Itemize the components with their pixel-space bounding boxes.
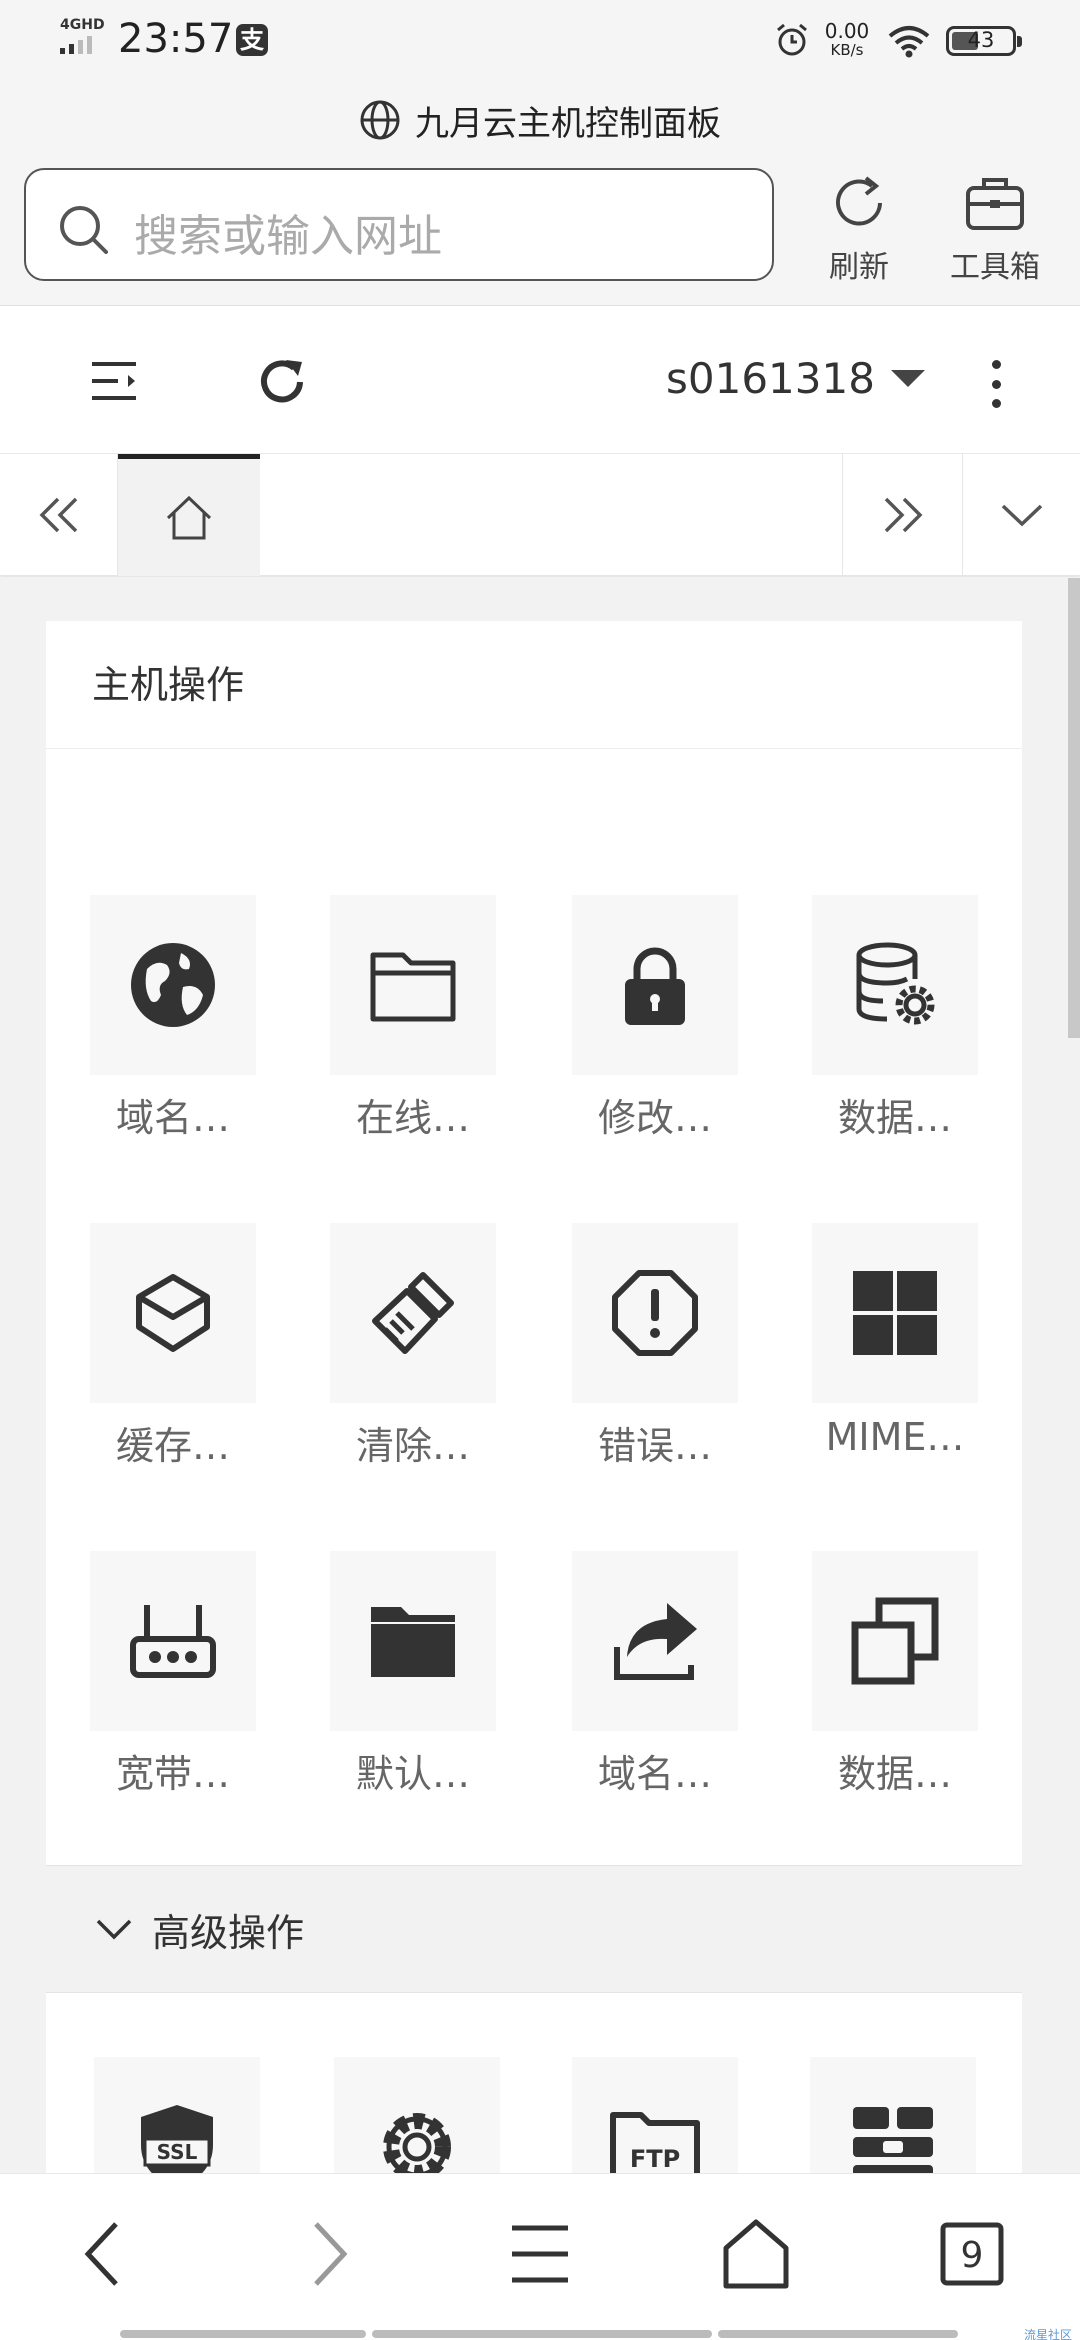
folder-outline-icon (370, 952, 456, 1022)
layers-icon (136, 1274, 210, 1352)
home-button[interactable] (716, 2214, 796, 2294)
card-title: 主机操作 (46, 621, 1022, 749)
more-options-icon[interactable] (990, 360, 1002, 408)
advanced-title: 高级操作 (152, 1910, 305, 1955)
op-clear[interactable]: 清除… (330, 1223, 496, 1470)
adv-server[interactable] (810, 2057, 976, 2173)
app-toolbar: s0161318 (0, 306, 1080, 454)
double-chevron-right-icon (884, 497, 922, 533)
status-bar: 4GHD 23:57 支 0.00 KB/s 43 (0, 0, 1080, 84)
home-icon (166, 495, 212, 539)
op-domain-redirect[interactable]: 域名… (572, 1551, 738, 1798)
host-operations-card: 主机操作 域名… 在线… 修改… 数据… 缓存… 清除… 错误… MIME… 宽… (46, 621, 1022, 2173)
op-online-files[interactable]: 在线… (330, 895, 496, 1142)
battery-icon: 43 (946, 26, 1022, 56)
scroll-tabs-left-button[interactable] (0, 454, 118, 576)
tabs-button[interactable]: 9 (932, 2214, 1012, 2294)
tab-bar (0, 454, 1080, 576)
adv-ssl[interactable]: SSL (94, 2057, 260, 2173)
scroll-tabs-right-button[interactable] (842, 454, 962, 576)
refresh-icon (836, 176, 882, 226)
tab-options-dropdown[interactable] (962, 454, 1080, 576)
alipay-icon: 支 (236, 24, 268, 56)
brush-icon (372, 1272, 454, 1354)
search-input[interactable]: 搜索或输入网址 (24, 168, 774, 281)
menu-button[interactable] (500, 2214, 580, 2294)
svg-text:SSL: SSL (157, 2140, 198, 2164)
gesture-bar (372, 2330, 712, 2338)
tabs-count-icon: 9 (940, 2222, 1004, 2286)
wifi-icon (888, 26, 930, 58)
op-database[interactable]: 数据… (812, 895, 978, 1142)
svg-text:FTP: FTP (630, 2145, 680, 2173)
scrollbar[interactable] (1068, 578, 1080, 1038)
folder-solid-icon (371, 1607, 455, 1677)
globe-icon (360, 100, 400, 140)
back-button[interactable] (66, 2214, 146, 2294)
adv-ftp[interactable]: FTP (572, 2057, 738, 2173)
toolbox-button[interactable]: 工具箱 (940, 170, 1050, 286)
op-mime[interactable]: MIME… (812, 1223, 978, 1459)
router-icon (130, 1605, 216, 1678)
op-bandwidth[interactable]: 宽带… (90, 1551, 256, 1798)
ssl-shield-icon: SSL (141, 2105, 213, 2173)
double-chevron-left-icon (39, 497, 77, 533)
browser-bottom-nav: 9 (0, 2173, 1080, 2340)
share-forward-icon (614, 1603, 697, 1680)
net-speed: 0.00 KB/s (824, 19, 870, 59)
windows-grid-icon (853, 1271, 937, 1355)
search-icon (60, 206, 108, 254)
browser-address-row: 搜索或输入网址 刷新 工具箱 (0, 156, 1080, 306)
globe-icon (131, 943, 215, 1027)
server-grid-icon (853, 2107, 933, 2173)
op-data-copy[interactable]: 数据… (812, 1551, 978, 1798)
forward-button[interactable] (286, 2214, 366, 2294)
chevron-down-icon (96, 1919, 132, 1940)
toolbox-icon (966, 178, 1024, 230)
refresh-button[interactable]: 刷新 (804, 170, 914, 286)
gesture-bar (120, 2330, 366, 2338)
signal-icon (60, 36, 92, 54)
ftp-folder-icon: FTP (610, 2112, 700, 2173)
menu-toggle-icon[interactable] (88, 358, 140, 404)
main-content: 主机操作 域名… 在线… 修改… 数据… 缓存… 清除… 错误… MIME… 宽… (0, 577, 1080, 2173)
account-dropdown[interactable]: s0161318 (666, 354, 925, 403)
op-error-page[interactable]: 错误… (572, 1223, 738, 1470)
database-gear-icon (856, 942, 935, 1025)
network-type: 4GHD (60, 17, 105, 33)
account-name: s0161318 (666, 354, 875, 403)
reload-icon[interactable] (256, 356, 308, 408)
op-change-password[interactable]: 修改… (572, 895, 738, 1142)
hamburger-icon (512, 2225, 568, 2283)
tab-home[interactable] (118, 454, 260, 576)
home-icon (723, 2219, 789, 2289)
adv-settings[interactable] (334, 2057, 500, 2173)
chevron-down-icon (1001, 504, 1042, 527)
browser-title-bar: 九月云主机控制面板 (0, 84, 1080, 156)
gesture-bar (718, 2330, 958, 2338)
op-cache[interactable]: 缓存… (90, 1223, 256, 1470)
clock: 23:57 (118, 16, 234, 62)
op-domain[interactable]: 域名… (90, 895, 256, 1142)
search-placeholder: 搜索或输入网址 (134, 211, 442, 262)
lock-icon (625, 947, 685, 1025)
caret-down-icon (890, 370, 925, 387)
chevron-right-icon (314, 2222, 348, 2286)
gear-icon (383, 2113, 451, 2173)
error-octagon-icon (612, 1270, 698, 1356)
svg-text:9: 9 (961, 2235, 984, 2276)
op-default[interactable]: 默认… (330, 1551, 496, 1798)
page-title: 九月云主机控制面板 (415, 103, 721, 144)
watermark: 流星社区 (1024, 2328, 1073, 2340)
chevron-left-icon (84, 2222, 118, 2286)
alarm-icon (777, 23, 807, 56)
advanced-operations-toggle[interactable]: 高级操作 (46, 1865, 1022, 1993)
copy-icon (851, 1597, 939, 1685)
